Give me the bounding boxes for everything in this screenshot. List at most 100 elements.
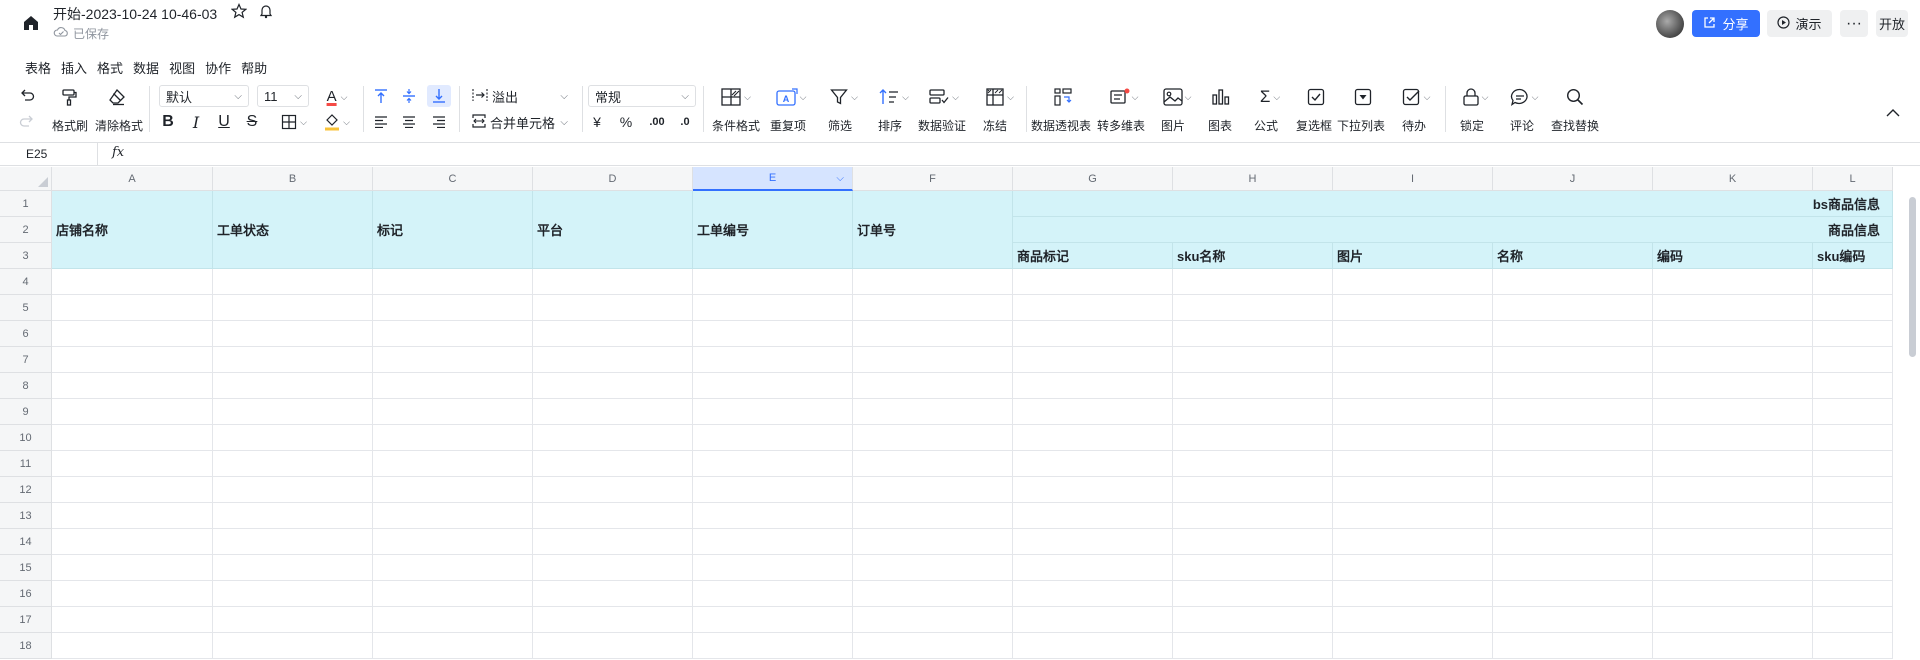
select-all-corner[interactable] (0, 167, 52, 191)
grid-cell[interactable] (1013, 347, 1173, 373)
grid-cell[interactable] (52, 373, 213, 399)
grid-cell[interactable] (213, 321, 373, 347)
to-multi-dim-table-button[interactable]: ⌵ (1105, 86, 1143, 108)
todo-button[interactable]: ⌵ (1397, 86, 1435, 108)
grid-cell[interactable] (693, 607, 853, 633)
grid-cell[interactable] (1493, 529, 1653, 555)
pivot-table-button[interactable] (1051, 86, 1075, 108)
text-color-button[interactable]: A ⌵ (320, 86, 354, 108)
grid-cell[interactable] (52, 425, 213, 451)
grid-cell[interactable] (1813, 529, 1893, 555)
grid-cell[interactable] (1493, 373, 1653, 399)
grid-cell[interactable] (213, 373, 373, 399)
row-header-13[interactable]: 13 (0, 503, 52, 529)
grid-cell[interactable] (1493, 425, 1653, 451)
merge-cells-select[interactable]: 合并单元格 ⌵ (466, 111, 574, 133)
freeze-button[interactable]: ⌵ (982, 86, 1018, 108)
grid-cell[interactable] (1653, 269, 1813, 295)
grid-cell[interactable] (52, 399, 213, 425)
grid-cell[interactable] (1173, 347, 1333, 373)
align-left-button[interactable] (370, 111, 392, 133)
more-options-button[interactable]: ··· (1840, 10, 1868, 37)
grid-cell[interactable] (1173, 607, 1333, 633)
grid-cell[interactable] (1013, 373, 1173, 399)
grid-cell[interactable] (373, 269, 533, 295)
grid-cell[interactable] (1333, 581, 1493, 607)
grid-cell[interactable] (1013, 555, 1173, 581)
column-header-c[interactable]: C (373, 167, 533, 191)
grid-cell[interactable] (853, 477, 1013, 503)
grid-cell[interactable] (693, 347, 853, 373)
decimal-decrease-button[interactable]: .00 (644, 111, 670, 133)
grid-cell[interactable] (52, 633, 213, 659)
grid-cell[interactable] (1013, 425, 1173, 451)
grid-cell[interactable] (1493, 399, 1653, 425)
grid-cell[interactable] (533, 321, 693, 347)
decimal-increase-button[interactable]: .0 (674, 111, 696, 133)
align-middle-button[interactable] (398, 85, 420, 107)
grid-cell[interactable] (373, 399, 533, 425)
column-header-l[interactable]: L (1813, 167, 1893, 191)
italic-button[interactable]: I (186, 111, 206, 133)
cell-reference-box[interactable]: E25 (0, 143, 98, 165)
star-icon[interactable] (230, 3, 249, 21)
filter-button[interactable]: ⌵ (826, 86, 862, 108)
grid-cell[interactable] (1173, 399, 1333, 425)
sort-button[interactable]: ⌵ (876, 86, 912, 108)
header-group-bs-product-info[interactable]: bs商品信息 (1013, 191, 1893, 217)
checkbox-button[interactable] (1304, 86, 1328, 108)
share-button[interactable]: 分享 (1692, 10, 1760, 37)
grid-cell[interactable] (1013, 477, 1173, 503)
grid-cell[interactable] (213, 581, 373, 607)
font-family-select[interactable]: 默认 ⌵ (159, 85, 249, 107)
currency-format-button[interactable]: ¥ (586, 111, 608, 133)
grid-cell[interactable] (693, 425, 853, 451)
grid-cell[interactable] (693, 503, 853, 529)
grid-cell[interactable] (533, 451, 693, 477)
grid-cell[interactable] (533, 607, 693, 633)
grid-cell[interactable] (373, 581, 533, 607)
grid-cell[interactable] (1653, 347, 1813, 373)
grid-cell[interactable] (1333, 425, 1493, 451)
present-button[interactable]: 演示 (1767, 10, 1832, 37)
grid-cell[interactable] (373, 321, 533, 347)
grid-cell[interactable] (52, 269, 213, 295)
grid-cell[interactable] (52, 321, 213, 347)
grid-cell[interactable] (373, 373, 533, 399)
grid-cell[interactable] (533, 581, 693, 607)
row-header-10[interactable]: 10 (0, 425, 52, 451)
row-header-3[interactable]: 3 (0, 243, 52, 269)
grid-cell[interactable] (533, 425, 693, 451)
grid-cell[interactable] (1813, 451, 1893, 477)
grid-cell[interactable] (693, 321, 853, 347)
grid-cell[interactable] (533, 295, 693, 321)
formula-button[interactable]: Σ ⌵ (1252, 86, 1288, 108)
align-center-button[interactable] (398, 111, 420, 133)
grid-cell[interactable] (1653, 503, 1813, 529)
grid-cell[interactable] (1813, 295, 1893, 321)
grid-cell[interactable] (693, 529, 853, 555)
align-right-button[interactable] (428, 111, 450, 133)
menu-item-view[interactable]: 视图 (164, 58, 200, 80)
grid-cell[interactable] (52, 503, 213, 529)
bold-button[interactable]: B (158, 111, 178, 133)
row-header-14[interactable]: 14 (0, 529, 52, 555)
grid-cell[interactable] (1333, 347, 1493, 373)
menu-item-help[interactable]: 帮助 (236, 58, 272, 80)
grid-cell[interactable] (1013, 633, 1173, 659)
header-cell-b[interactable]: 工单状态 (213, 191, 373, 269)
underline-button[interactable]: U (214, 111, 234, 133)
grid-cell[interactable] (1333, 477, 1493, 503)
grid-cell[interactable] (693, 295, 853, 321)
grid-cell[interactable] (1653, 477, 1813, 503)
grid-cell[interactable] (1173, 477, 1333, 503)
grid-cell[interactable] (853, 269, 1013, 295)
grid-cell[interactable] (213, 477, 373, 503)
grid-cell[interactable] (373, 451, 533, 477)
grid-cell[interactable] (1173, 451, 1333, 477)
grid-cell[interactable] (1493, 295, 1653, 321)
grid-cell[interactable] (1013, 529, 1173, 555)
grid-cell[interactable] (853, 347, 1013, 373)
border-button[interactable]: ⌵ (277, 111, 311, 133)
header-cell-f[interactable]: 订单号 (853, 191, 1013, 269)
